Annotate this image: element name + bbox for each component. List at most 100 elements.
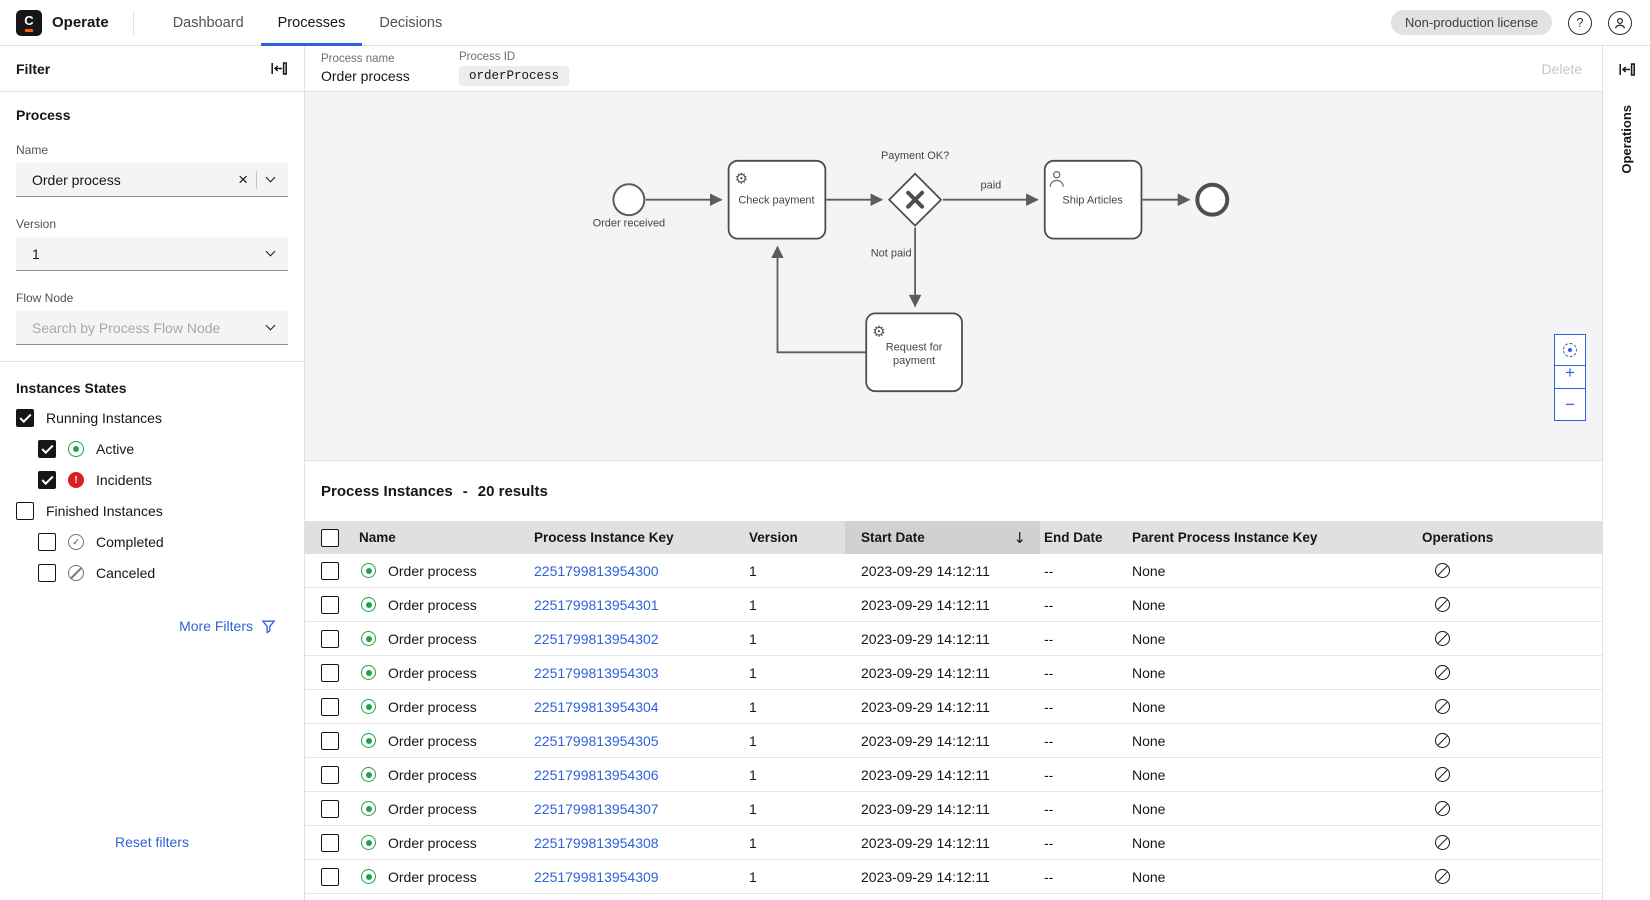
instance-key-link[interactable]: 2251799813954300 — [534, 563, 659, 579]
chevron-down-icon[interactable] — [266, 321, 276, 331]
column-header-process-instance-key[interactable]: Process Instance Key — [530, 521, 745, 554]
operations-cell — [1398, 733, 1602, 748]
operations-cell — [1398, 835, 1602, 850]
state-label: Finished Instances — [46, 503, 163, 519]
row-checkbox[interactable] — [321, 800, 339, 818]
version-select[interactable]: 1 — [16, 237, 288, 271]
collapse-filter-panel-icon[interactable] — [269, 59, 288, 78]
instance-key-link[interactable]: 2251799813954305 — [534, 733, 659, 749]
instance-start-date: 2023-09-29 14:12:11 — [845, 733, 1040, 749]
row-checkbox[interactable] — [321, 698, 339, 716]
instance-name: Order process — [388, 767, 477, 783]
instance-key-link[interactable]: 2251799813954306 — [534, 767, 659, 783]
instance-version: 1 — [745, 869, 845, 885]
table-row: Order process225179981395430512023-09-29… — [305, 724, 1602, 758]
row-checkbox[interactable] — [321, 596, 339, 614]
instance-key-link[interactable]: 2251799813954302 — [534, 631, 659, 647]
flow-node-placeholder: Search by Process Flow Node — [32, 320, 257, 336]
tab-decisions[interactable]: Decisions — [362, 0, 459, 46]
column-header-parent-process-instance-key[interactable]: Parent Process Instance Key — [1128, 521, 1398, 554]
delete-button[interactable]: Delete — [1542, 61, 1582, 77]
instance-key-link[interactable]: 2251799813954303 — [534, 665, 659, 681]
reset-filters-link[interactable]: Reset filters — [0, 834, 304, 850]
cancel-operation-icon[interactable] — [1435, 869, 1450, 884]
tab-processes[interactable]: Processes — [261, 0, 363, 46]
table-row: Order process225179981395430712023-09-29… — [305, 792, 1602, 826]
instance-key-link[interactable]: 2251799813954304 — [534, 699, 659, 715]
instance-parent-key: None — [1128, 699, 1398, 715]
cancel-operation-icon[interactable] — [1435, 631, 1450, 646]
chevron-down-icon[interactable] — [266, 173, 276, 183]
column-header-operations[interactable]: Operations — [1398, 521, 1602, 554]
expand-operations-panel-icon[interactable] — [1617, 60, 1636, 79]
tab-dashboard[interactable]: Dashboard — [156, 0, 261, 46]
end-event[interactable] — [1197, 185, 1227, 215]
state-label: Incidents — [96, 472, 152, 488]
operations-cell — [1398, 801, 1602, 816]
column-label: End Date — [1044, 530, 1103, 545]
more-filters-link[interactable]: More Filters — [16, 618, 288, 634]
active-state-icon — [361, 699, 376, 714]
sort-desc-icon[interactable]: ↓ — [1013, 529, 1026, 547]
instance-key-link[interactable]: 2251799813954307 — [534, 801, 659, 817]
state-label: Running Instances — [46, 410, 162, 426]
checkbox-finished-instances[interactable] — [16, 502, 34, 520]
row-checkbox-cell — [305, 860, 355, 893]
cancel-operation-icon[interactable] — [1435, 563, 1450, 578]
start-event[interactable] — [613, 184, 644, 215]
instance-parent-key: None — [1128, 597, 1398, 613]
instance-key-link[interactable]: 2251799813954308 — [534, 835, 659, 851]
cancel-operation-icon[interactable] — [1435, 699, 1450, 714]
service-task-gear-icon: ⚙ — [872, 323, 885, 340]
row-checkbox[interactable] — [321, 562, 339, 580]
instance-version: 1 — [745, 631, 845, 647]
instance-name: Order process — [388, 563, 477, 579]
process-name-combobox[interactable]: Order process × — [16, 163, 288, 197]
reset-view-button[interactable] — [1554, 334, 1586, 366]
row-checkbox[interactable] — [321, 766, 339, 784]
zoom-out-button[interactable]: − — [1554, 389, 1586, 421]
checkbox-canceled[interactable] — [38, 564, 56, 582]
column-header-name[interactable]: Name — [355, 521, 530, 554]
instance-version: 1 — [745, 801, 845, 817]
instance-key-link[interactable]: 2251799813954301 — [534, 597, 659, 613]
process-id-label: Process ID — [459, 51, 569, 63]
cancel-operation-icon[interactable] — [1435, 733, 1450, 748]
edge-paid-label: paid — [981, 180, 1002, 192]
cancel-operation-icon[interactable] — [1435, 835, 1450, 850]
filter-state-active: Active — [38, 440, 288, 458]
active-state-icon — [361, 801, 376, 816]
row-checkbox[interactable] — [321, 834, 339, 852]
checkbox-running-instances[interactable] — [16, 409, 34, 427]
cancel-operation-icon[interactable] — [1435, 597, 1450, 612]
checkbox-active[interactable] — [38, 440, 56, 458]
filter-state-completed: ✓Completed — [38, 533, 288, 551]
instance-version: 1 — [745, 733, 845, 749]
column-header-version[interactable]: Version — [745, 521, 845, 554]
chevron-down-icon[interactable] — [266, 247, 276, 257]
row-checkbox[interactable] — [321, 630, 339, 648]
instance-key-link[interactable]: 2251799813954309 — [534, 869, 659, 885]
column-header-start-date[interactable]: Start Date↓ — [845, 521, 1040, 554]
checkbox-incidents[interactable] — [38, 471, 56, 489]
row-checkbox[interactable] — [321, 664, 339, 682]
help-icon[interactable]: ? — [1568, 11, 1592, 35]
checkbox-completed[interactable] — [38, 533, 56, 551]
app-brand[interactable]: C Operate — [0, 10, 109, 36]
operations-panel: Operations — [1602, 46, 1650, 900]
row-checkbox[interactable] — [321, 732, 339, 750]
instance-start-date: 2023-09-29 14:12:11 — [845, 699, 1040, 715]
flow-node-combobox[interactable]: Search by Process Flow Node — [16, 311, 288, 345]
section-divider — [0, 361, 304, 362]
clear-name-icon[interactable]: × — [238, 171, 248, 188]
cancel-operation-icon[interactable] — [1435, 665, 1450, 680]
bpmn-diagram-canvas[interactable]: ⚙ ⚙ Order received Check payment Payment… — [305, 92, 1602, 461]
cancel-operation-icon[interactable] — [1435, 767, 1450, 782]
column-header-end-date[interactable]: End Date — [1040, 521, 1128, 554]
person-icon — [1613, 16, 1627, 30]
cancel-operation-icon[interactable] — [1435, 801, 1450, 816]
user-profile-icon[interactable] — [1608, 11, 1632, 35]
select-all-checkbox[interactable] — [321, 529, 339, 547]
task-request-label-line2: payment — [893, 355, 935, 367]
row-checkbox[interactable] — [321, 868, 339, 886]
